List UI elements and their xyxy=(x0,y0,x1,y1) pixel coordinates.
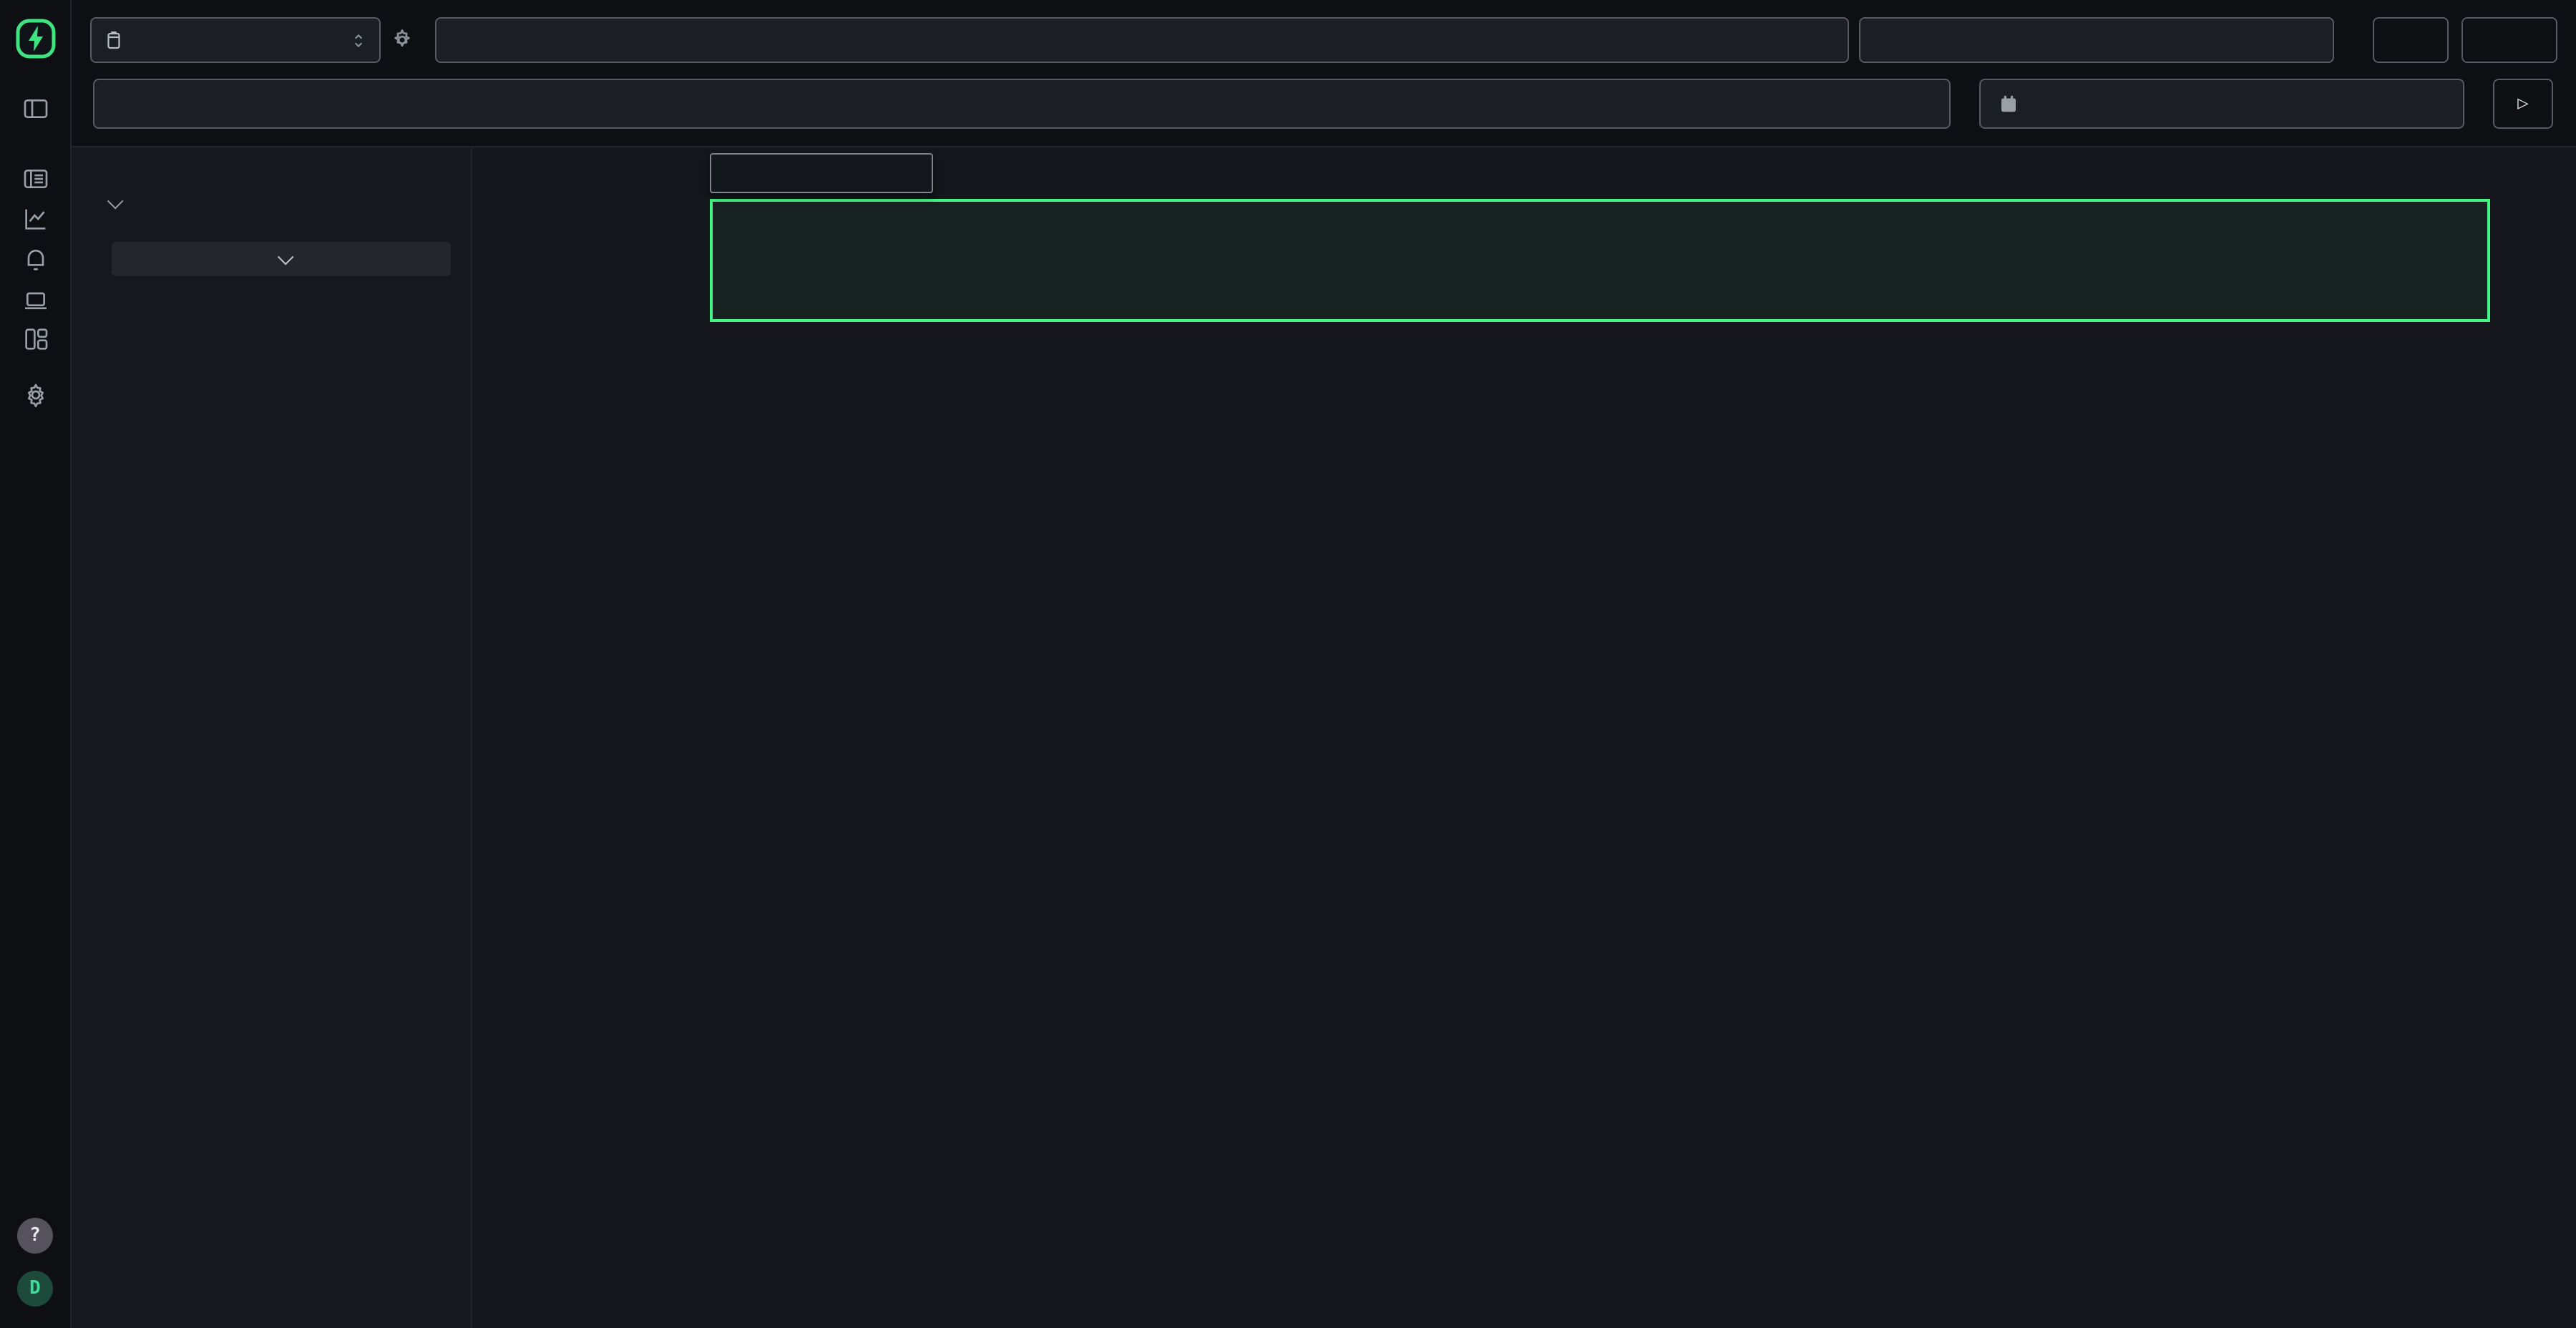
help-button[interactable]: ? xyxy=(17,1218,53,1254)
settings-gear-icon[interactable] xyxy=(20,379,52,411)
search-input[interactable] xyxy=(112,92,1912,116)
source-select[interactable] xyxy=(90,17,381,63)
top-bar: ▷ xyxy=(72,0,2576,147)
chart-line-icon[interactable] xyxy=(20,203,52,235)
hyperdx-logo-icon[interactable] xyxy=(16,19,56,59)
save-button[interactable] xyxy=(2373,17,2449,63)
run-query-button[interactable]: ▷ xyxy=(2493,79,2553,129)
user-avatar[interactable]: D xyxy=(17,1271,53,1307)
sessions-laptop-icon[interactable] xyxy=(20,285,52,316)
dashboards-icon[interactable] xyxy=(20,323,52,355)
filter-by-selection-button[interactable] xyxy=(710,153,933,193)
main-panel xyxy=(472,147,2576,1328)
sql-select-input[interactable] xyxy=(435,17,1849,63)
chevron-down-icon xyxy=(277,249,293,265)
app-root: ? D ▷ xyxy=(0,0,2576,1328)
database-icon xyxy=(103,29,125,51)
select-chevrons-icon xyxy=(349,31,368,49)
source-settings-gear-icon[interactable] xyxy=(389,27,415,53)
search-results-icon[interactable] xyxy=(20,163,52,195)
heatmap-selection-rect[interactable] xyxy=(710,199,2490,322)
date-range-picker[interactable] xyxy=(1979,79,2464,129)
alerts-button[interactable] xyxy=(2462,17,2557,63)
calendar-icon xyxy=(1998,93,2019,114)
sidebar xyxy=(72,147,472,1328)
show-more-toggle[interactable] xyxy=(112,189,451,218)
search-box xyxy=(93,79,1951,129)
more-filters-button[interactable] xyxy=(112,242,451,276)
alerts-bell-icon[interactable] xyxy=(20,243,52,275)
sql-orderby-input[interactable] xyxy=(1859,17,2334,63)
icon-rail: ? D xyxy=(0,0,72,1328)
panel-left-icon[interactable] xyxy=(20,93,52,125)
chevron-down-icon xyxy=(107,193,124,210)
